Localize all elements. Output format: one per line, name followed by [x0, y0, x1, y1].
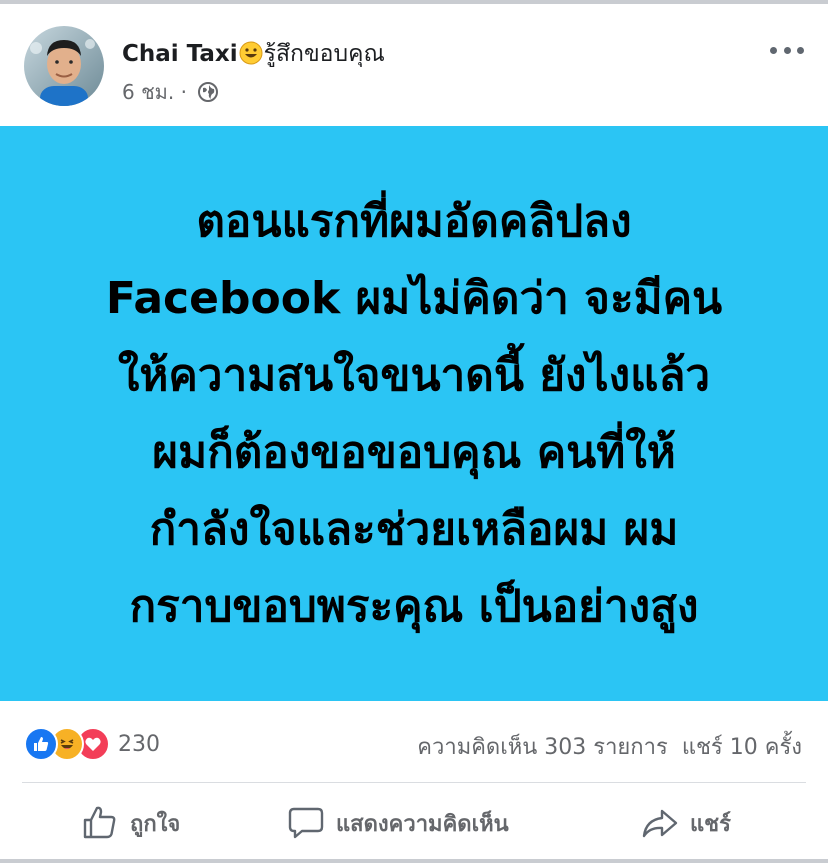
post-time[interactable]: 6 ชม.	[122, 80, 174, 104]
comment-bubble-icon	[288, 807, 324, 839]
post-text-line: ผมก็ต้องขอขอบคุณ คนที่ให้	[152, 426, 676, 478]
avatar[interactable]	[24, 26, 104, 106]
comment-label: แสดงความคิดเห็น	[336, 811, 509, 837]
actions-divider	[22, 782, 806, 783]
post-text-line: กราบขอบพระคุณ เป็นอย่างสูง	[129, 580, 699, 632]
post-stats: 230 ความคิดเห็น 303 รายการ แชร์ 10 ครั้ง	[0, 715, 828, 773]
reactions-summary[interactable]: 230	[24, 727, 160, 761]
engagement-counts: ความคิดเห็น 303 รายการ แชร์ 10 ครั้ง	[417, 729, 802, 764]
grinning-emoji-icon	[239, 41, 263, 71]
like-label: ถูกใจ	[130, 811, 181, 837]
bottom-divider	[0, 859, 828, 863]
share-button[interactable]: แชร์	[640, 800, 731, 846]
post-text-background: ตอนแรกที่ผมอัดคลิปลง Facebook ผมไม่คิดว่…	[0, 126, 828, 701]
shares-count-link[interactable]: แชร์ 10 ครั้ง	[682, 735, 802, 760]
comments-count-link[interactable]: ความคิดเห็น 303 รายการ	[417, 735, 668, 760]
post-text-line: ตอนแรกที่ผมอัดคลิปลง	[196, 195, 632, 247]
meta-separator: ·	[180, 80, 187, 104]
share-label: แชร์	[690, 811, 731, 837]
like-reaction-icon	[24, 727, 58, 761]
comment-button[interactable]: แสดงความคิดเห็น	[286, 800, 509, 846]
like-button[interactable]: ถูกใจ	[80, 800, 180, 846]
feeling-text: รู้สึกขอบคุณ	[263, 41, 385, 67]
share-arrow-icon	[642, 809, 678, 838]
post-text-line: Facebook ผมไม่คิดว่า จะมีคน	[105, 272, 723, 324]
reaction-count: 230	[118, 731, 160, 757]
post-header: Chai Taxi รู้สึกขอบคุณ 6 ชม. ·	[0, 4, 828, 126]
more-dot	[783, 46, 791, 54]
post-meta: 6 ชม. ·	[122, 76, 219, 108]
post-actions-bar: ถูกใจ แสดงความคิดเห็น แชร์	[0, 790, 828, 860]
more-options-icon[interactable]	[770, 40, 804, 60]
post-author-line: Chai Taxi รู้สึกขอบคุณ	[122, 36, 385, 72]
more-dot	[797, 46, 804, 54]
thumbs-up-icon	[83, 806, 116, 839]
post-text-line: กำลังใจและช่วยเหลือผม ผม	[149, 503, 679, 555]
author-name[interactable]: Chai Taxi	[122, 41, 238, 67]
globe-icon	[197, 81, 219, 108]
more-dot	[770, 46, 777, 54]
post-text-line: ให้ความสนใจขนาดนี้ ยังไงแล้ว	[117, 349, 711, 401]
